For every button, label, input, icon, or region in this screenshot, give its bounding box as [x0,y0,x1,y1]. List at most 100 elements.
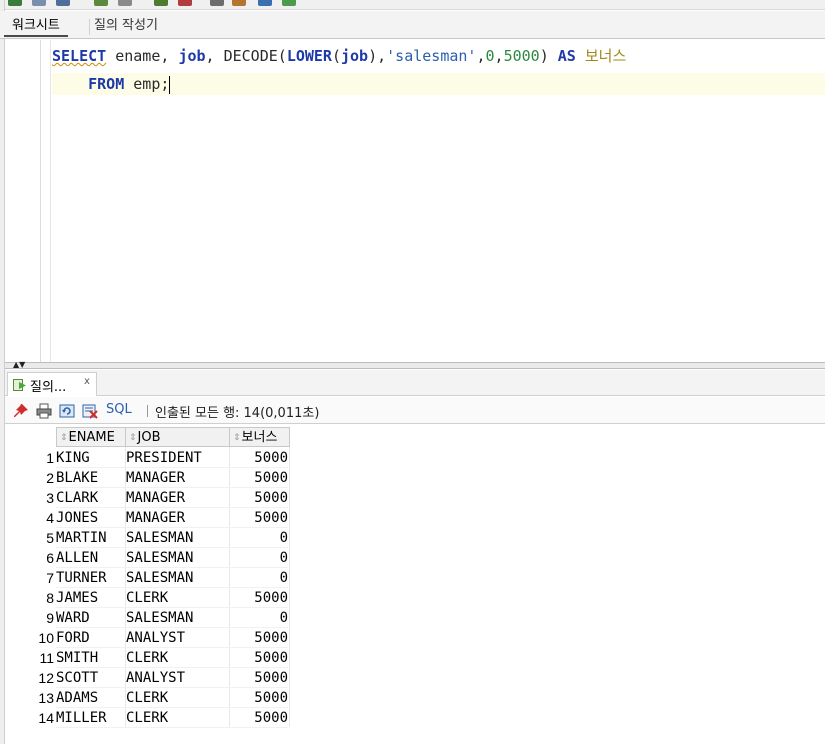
sql-link[interactable]: SQL [106,402,132,417]
column-header-job[interactable]: ⇕JOB [125,427,230,447]
cell-job[interactable]: MANAGER [126,468,230,488]
row-number: 13 [38,690,54,706]
cell-ename[interactable]: CLARK [56,488,124,508]
commit-icon[interactable] [56,0,70,6]
cell-ename[interactable]: TURNER [56,568,124,588]
editor-margin-line [50,40,51,362]
row-number: 1 [46,450,54,466]
table-row[interactable]: 7 TURNER SALESMAN 0 [8,568,298,588]
result-tab-label: 질의... [30,380,67,395]
cell-bonus[interactable]: 5000 [230,708,288,728]
cell-job[interactable]: CLERK [126,708,230,728]
table-row[interactable]: 9 WARD SALESMAN 0 [8,608,298,628]
results-grid[interactable]: ⇕ENAME ⇕JOB ⇕보너스 1 KING PRESIDENT 5000 2 BLAK… [8,426,825,728]
cell-bonus[interactable]: 5000 [230,508,288,528]
close-icon[interactable]: x [84,376,90,387]
cell-ename[interactable]: MARTIN [56,528,124,548]
cell-ename[interactable]: ADAMS [56,688,124,708]
cell-bonus[interactable]: 5000 [230,688,288,708]
row-divider [56,727,288,728]
code-line-2[interactable]: FROM emp; [52,73,825,95]
keyword-job: job [341,47,369,65]
cancel-query-icon[interactable] [82,403,98,419]
cell-bonus[interactable]: 5000 [230,588,288,608]
cell-bonus[interactable]: 5000 [230,448,288,468]
cell-ename[interactable]: KING [56,448,124,468]
cell-job[interactable]: ANALYST [126,668,230,688]
sql-history-icon[interactable] [210,0,224,6]
table-row[interactable]: 1 KING PRESIDENT 5000 [8,448,298,468]
cell-job[interactable]: PRESIDENT [126,448,230,468]
cell-ename[interactable]: JAMES [56,588,124,608]
cell-ename[interactable]: WARD [56,608,124,628]
cell-ename[interactable]: BLAKE [56,468,124,488]
refresh-icon[interactable] [59,403,75,419]
worksheet-tab-bar: 워크시트 질의 작성기 [0,11,825,39]
table-row[interactable]: 6 ALLEN SALESMAN 0 [8,548,298,568]
cell-bonus[interactable]: 5000 [230,668,288,688]
clear-icon[interactable] [178,0,192,6]
cell-ename[interactable]: FORD [56,628,124,648]
string-literal: 'salesman' [386,47,477,65]
row-number: 6 [46,550,54,566]
pane-splitter[interactable]: ▲▼ [5,361,825,369]
cell-job[interactable]: SALESMAN [126,548,230,568]
tab-query-builder[interactable]: 질의 작성기 [86,15,166,37]
cell-job[interactable]: MANAGER [126,508,230,528]
run-script-icon[interactable] [32,0,46,6]
autotrace-icon[interactable] [118,0,132,6]
cell-job[interactable]: CLERK [126,588,230,608]
cell-job[interactable]: SALESMAN [126,528,230,548]
cell-ename[interactable]: JONES [56,508,124,528]
cell-job[interactable]: ANALYST [126,628,230,648]
cell-bonus[interactable]: 5000 [230,648,288,668]
table-row[interactable]: 11 SMITH CLERK 5000 [8,648,298,668]
pin-icon[interactable] [13,403,29,419]
cell-ename[interactable]: MILLER [56,708,124,728]
sort-icon[interactable]: ⇕ [129,433,137,443]
unshared-sql-icon[interactable] [282,0,296,6]
cell-ename[interactable]: ALLEN [56,548,124,568]
cell-bonus[interactable]: 5000 [230,628,288,648]
format-icon[interactable] [258,0,272,6]
cell-bonus[interactable]: 0 [230,548,288,568]
cell-job[interactable]: CLERK [126,648,230,668]
cell-bonus[interactable]: 5000 [230,488,288,508]
table-row[interactable]: 14 MILLER CLERK 5000 [8,708,298,728]
rollback-icon[interactable] [94,0,108,6]
cell-job[interactable]: MANAGER [126,488,230,508]
cell-ename[interactable]: SMITH [56,648,124,668]
table-row[interactable]: 4 JONES MANAGER 5000 [8,508,298,528]
cell-bonus[interactable]: 0 [230,568,288,588]
sort-icon[interactable]: ⇕ [60,433,68,443]
tab-query-result[interactable]: 질의... x [7,372,97,396]
run-statement-icon[interactable] [8,0,22,6]
tab-worksheet[interactable]: 워크시트 [4,15,68,37]
table-row[interactable]: 12 SCOTT ANALYST 5000 [8,668,298,688]
table-row[interactable]: 2 BLAKE MANAGER 5000 [8,468,298,488]
code-line-1[interactable]: SELECT ename, job, DECODE(LOWER(job),'sa… [52,45,825,67]
table-row[interactable]: 3 CLARK MANAGER 5000 [8,488,298,508]
sql-editor[interactable]: SELECT ename, job, DECODE(LOWER(job),'sa… [52,40,825,362]
cell-bonus[interactable]: 0 [230,528,288,548]
table-row[interactable]: 5 MARTIN SALESMAN 0 [8,528,298,548]
column-header-ename[interactable]: ⇕ENAME [56,427,126,447]
toolbar-divider [147,405,148,417]
sort-icon[interactable]: ⇕ [233,433,241,443]
cell-ename[interactable]: SCOTT [56,668,124,688]
cell-job[interactable]: SALESMAN [126,608,230,628]
cell-job[interactable]: SALESMAN [126,568,230,588]
splitter-arrows-icon[interactable]: ▲▼ [13,361,25,369]
sql-tuning-icon[interactable] [232,0,246,6]
explain-plan-icon[interactable] [154,0,168,6]
table-row[interactable]: 13 ADAMS CLERK 5000 [8,688,298,708]
print-icon[interactable] [36,403,52,419]
column-header-bonus[interactable]: ⇕보너스 [229,427,290,447]
table-row[interactable]: 10 FORD ANALYST 5000 [8,628,298,648]
cell-job[interactable]: CLERK [126,688,230,708]
cell-bonus[interactable]: 0 [230,608,288,628]
table-row[interactable]: 8 JAMES CLERK 5000 [8,588,298,608]
cell-bonus[interactable]: 5000 [230,468,288,488]
